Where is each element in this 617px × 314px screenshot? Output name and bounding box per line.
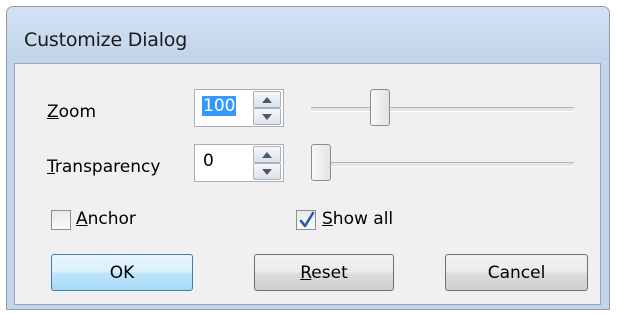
transparency-slider-track[interactable]	[311, 162, 574, 167]
cancel-button-label: Cancel	[487, 262, 546, 283]
reset-button[interactable]: Reset	[254, 254, 394, 291]
show-all-label-rest: how all	[332, 209, 394, 229]
transparency-value[interactable]: 0	[202, 151, 215, 171]
spin-up-icon	[262, 96, 272, 103]
transparency-spin-up-button[interactable]	[253, 146, 281, 163]
reset-mnemonic: R	[300, 262, 312, 283]
reset-rest: eset	[311, 262, 348, 283]
cancel-button[interactable]: Cancel	[445, 254, 588, 291]
transparency-spin-down-button[interactable]	[253, 163, 281, 180]
dialog-client-area: Zoom 100 Transparency 0 Anchor Show all …	[14, 63, 601, 305]
checkmark-icon	[299, 211, 315, 228]
spin-down-icon	[262, 113, 272, 120]
show-all-checkbox[interactable]	[296, 210, 316, 230]
anchor-label[interactable]: Anchor	[76, 209, 136, 229]
zoom-slider-thumb[interactable]	[370, 89, 390, 126]
zoom-label-mnemonic: Z	[47, 102, 59, 122]
customize-dialog: Customize Dialog Zoom 100 Transparency 0	[6, 6, 610, 310]
zoom-spinbox[interactable]: 100	[194, 89, 284, 127]
zoom-slider-track[interactable]	[311, 107, 574, 112]
title-bar[interactable]: Customize Dialog	[7, 7, 609, 61]
anchor-label-mnemonic: A	[76, 209, 88, 229]
ok-button-label: OK	[109, 262, 135, 283]
dialog-title: Customize Dialog	[24, 29, 188, 51]
spin-up-icon	[262, 151, 272, 158]
zoom-label-rest: oom	[58, 102, 97, 122]
anchor-label-rest: nchor	[87, 209, 136, 229]
zoom-label: Zoom	[47, 102, 96, 122]
transparency-label-rest: ransparency	[54, 157, 161, 177]
show-all-label-mnemonic: S	[322, 209, 333, 229]
transparency-slider-thumb[interactable]	[311, 144, 331, 181]
transparency-label: Transparency	[47, 157, 160, 177]
zoom-value[interactable]: 100	[202, 96, 237, 116]
transparency-label-mnemonic: T	[47, 157, 55, 177]
ok-button[interactable]: OK	[51, 254, 193, 291]
spin-down-icon	[262, 168, 272, 175]
zoom-spin-down-button[interactable]	[253, 108, 281, 125]
show-all-label[interactable]: Show all	[322, 209, 393, 229]
transparency-spinbox[interactable]: 0	[194, 144, 284, 182]
anchor-checkbox[interactable]	[51, 210, 71, 230]
reset-button-label: Reset	[300, 263, 348, 283]
zoom-spin-up-button[interactable]	[253, 91, 281, 108]
